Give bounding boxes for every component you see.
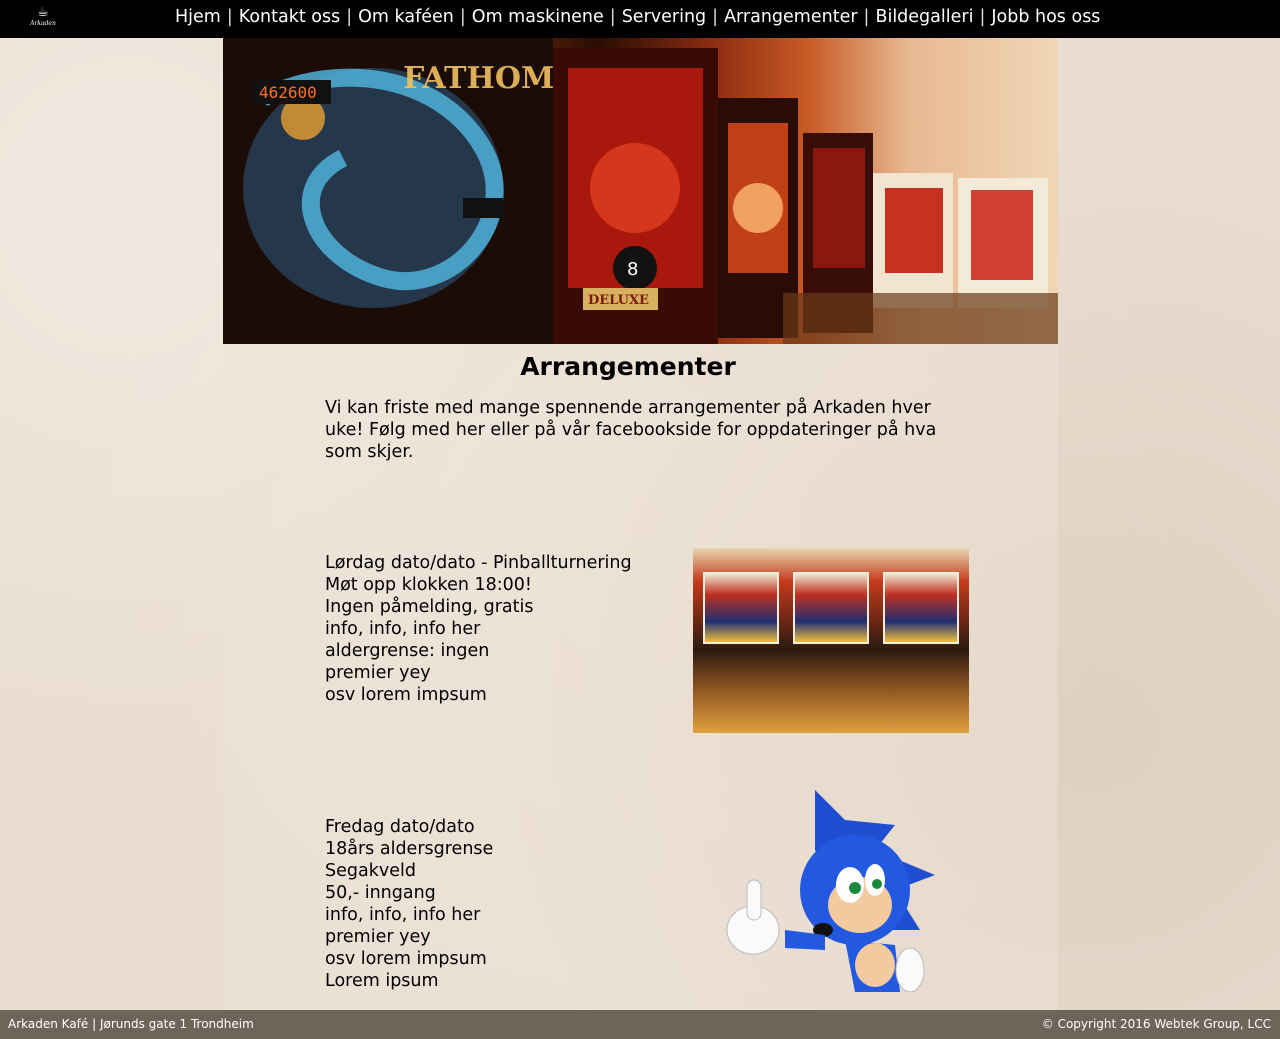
svg-text:FATHOM: FATHOM	[403, 61, 554, 96]
event-line: premier yey	[325, 663, 431, 683]
event-line: osv lorem impsum	[325, 949, 487, 969]
hero-pinball-image: 462600 FATHOM 8 DELUXE	[223, 38, 1058, 344]
event-line: info, info, info her	[325, 619, 481, 639]
event-pinball-tournament: Lørdag dato/dato - Pinballturnering Møt …	[325, 552, 632, 706]
nav-link-servering[interactable]: Servering	[622, 7, 706, 27]
nav-separator: |	[226, 7, 233, 27]
nav-separator: |	[459, 7, 466, 27]
nav-separator: |	[979, 7, 986, 27]
event-sega-night: Fredag dato/dato 18års aldersgrense Sega…	[325, 816, 493, 992]
nav-link-jobb-hos-oss[interactable]: Jobb hos oss	[991, 7, 1100, 27]
nav-separator: |	[346, 7, 353, 27]
pinball-tournament-photo	[693, 548, 969, 733]
intro-text: Vi kan friste med mange spennende arrang…	[325, 398, 937, 462]
coffee-cup-icon: ☕	[37, 5, 49, 20]
event-line: info, info, info her	[325, 905, 481, 925]
nav-separator: |	[712, 7, 719, 27]
nav-link-bildegalleri[interactable]: Bildegalleri	[875, 7, 973, 27]
nav-link-arrangementer[interactable]: Arrangementer	[724, 7, 857, 27]
main-content: 462600 FATHOM 8 DELUXE Arrangementer Vi …	[223, 38, 1058, 1010]
svg-text:DELUXE: DELUXE	[588, 293, 649, 308]
nav-link-kontakt-oss[interactable]: Kontakt oss	[239, 7, 341, 27]
main-nav: Hjem | Kontakt oss | Om kaféen | Om maskinene |…	[175, 0, 1100, 38]
footer-address: Arkaden Kafé | Jørunds gate 1 Trondheim	[8, 1017, 254, 1031]
page-title: Arrangementer	[520, 352, 736, 381]
nav-separator: |	[863, 7, 870, 27]
logo-text: Arkaden	[30, 20, 56, 27]
nav-link-hjem[interactable]: Hjem	[175, 7, 221, 27]
event-line: 18års aldersgrense	[325, 839, 494, 859]
pinball-machines-illustration: 462600 FATHOM 8 DELUXE	[223, 38, 1058, 344]
footer-copyright: © Copyright 2016 Webtek Group, LCC	[1041, 1017, 1271, 1031]
nav-link-om-maskinene[interactable]: Om maskinene	[472, 7, 604, 27]
pinball-machine-shape	[703, 572, 779, 644]
event-line: Lorem ipsum	[325, 971, 439, 991]
pinball-machine-shape	[883, 572, 959, 644]
event-line: Fredag dato/dato	[325, 817, 475, 837]
nav-separator: |	[609, 7, 616, 27]
svg-text:462600: 462600	[259, 83, 317, 102]
event-line: aldergrense: ingen	[325, 641, 490, 661]
nav-link-om-kafeen[interactable]: Om kaféen	[358, 7, 454, 27]
event-line: osv lorem impsum	[325, 685, 487, 705]
event-line: Ingen påmelding, gratis	[325, 597, 534, 617]
footer: Arkaden Kafé | Jørunds gate 1 Trondheim …	[0, 1010, 1280, 1039]
event-line: Segakveld	[325, 861, 416, 881]
event-line: premier yey	[325, 927, 431, 947]
event-line: 50,- inngang	[325, 883, 436, 903]
event-line: Møt opp klokken 18:00!	[325, 575, 532, 595]
top-nav-bar: ☕ Arkaden Hjem | Kontakt oss | Om kaféen | Om …	[0, 0, 1280, 38]
pinball-machine-shape	[793, 572, 869, 644]
sonic-thumbs-up-image	[726, 790, 935, 992]
arkaden-logo[interactable]: ☕ Arkaden	[29, 5, 57, 33]
svg-text:8: 8	[627, 259, 638, 280]
event-line: Lørdag dato/dato - Pinballturnering	[325, 553, 632, 573]
